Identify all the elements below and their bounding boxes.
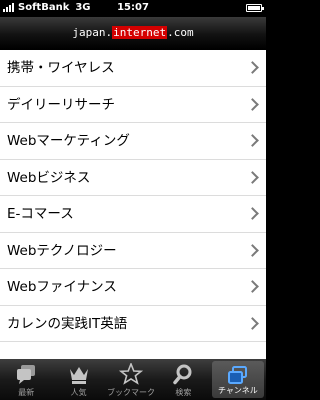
list-item[interactable]: Webテクノロジー	[0, 232, 266, 269]
list-item-label: Webテクノロジー	[7, 242, 117, 259]
tab-label: 人気	[70, 388, 87, 397]
search-icon	[173, 364, 192, 385]
tab-label: 最新	[18, 388, 35, 397]
tab-popular[interactable]: 人気	[52, 359, 104, 400]
tab-label: 検索	[175, 388, 192, 397]
list-item[interactable]: カレンの実践IT英語	[0, 305, 266, 342]
logo-highlight: internet	[112, 26, 168, 39]
chevron-right-icon	[246, 61, 259, 74]
status-bar: SoftBank 3G 15:07	[0, 0, 266, 17]
channel-icon	[227, 366, 247, 384]
chevron-right-icon	[246, 97, 259, 111]
list-item-label: E-コマース	[7, 206, 74, 222]
tab-bar: 最新 人気 ブックマーク 検索 チャンネル	[0, 359, 266, 400]
list-item-label: カレンの実践IT英語	[7, 315, 128, 332]
list-item-label: Webマーケティング	[7, 133, 130, 149]
site-logo: japan.internet.com	[0, 26, 266, 39]
list-item-label: Webビジネス	[7, 169, 91, 186]
list-item-label: Webファイナンス	[7, 279, 117, 295]
chevron-right-icon	[246, 207, 259, 220]
logo-prefix: japan.	[72, 26, 113, 39]
tab-channel[interactable]: チャンネル	[211, 361, 265, 398]
list-item[interactable]: Webマーケティング	[0, 123, 266, 160]
logo-suffix: .com	[167, 26, 194, 39]
list-item[interactable]: デイリーリサーチ	[0, 86, 266, 123]
chevron-right-icon	[246, 134, 259, 147]
list-item[interactable]: Webファイナンス	[0, 269, 266, 306]
tab-label: ブックマーク	[107, 388, 156, 397]
list-item-label: デイリーリサーチ	[7, 96, 115, 113]
chevron-right-icon	[246, 170, 259, 184]
star-icon	[119, 363, 144, 385]
chevron-right-icon	[246, 316, 259, 330]
list-item[interactable]: E-コマース	[0, 196, 266, 233]
list-item-label: 携帯・ワイヤレス	[7, 60, 115, 76]
tab-search[interactable]: 検索	[157, 359, 209, 400]
status-time: 15:07	[117, 2, 149, 13]
chevron-right-icon	[246, 243, 259, 257]
channel-list: 携帯・ワイヤレス デイリーリサーチ Webマーケティング Webビジネス E-コ…	[0, 50, 266, 359]
list-item[interactable]: Webビジネス	[0, 159, 266, 196]
news-icon	[17, 365, 36, 384]
list-item[interactable]: 携帯・ワイヤレス	[0, 50, 266, 87]
battery-icon	[246, 4, 264, 12]
app-header: japan.internet.com	[0, 17, 266, 50]
tab-label: チャンネル	[217, 386, 258, 395]
crown-icon	[69, 367, 88, 384]
chevron-right-icon	[246, 280, 259, 293]
tab-bookmark[interactable]: ブックマーク	[105, 359, 157, 400]
tab-latest[interactable]: 最新	[0, 359, 52, 400]
